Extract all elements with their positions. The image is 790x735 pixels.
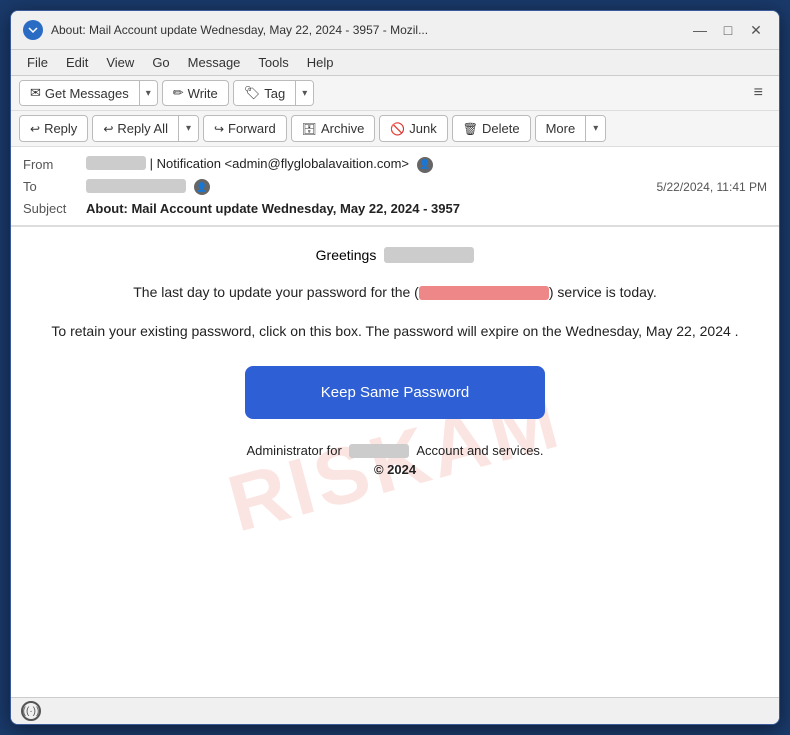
subject-value: About: Mail Account update Wednesday, Ma… — [86, 201, 767, 216]
email-content: Greetings The last day to update your pa… — [41, 247, 749, 477]
tag-arrow[interactable]: ▾ — [295, 81, 313, 105]
archive-button[interactable]: 🗄 Archive — [291, 115, 376, 142]
to-label: To — [23, 179, 78, 194]
delete-label: Delete — [482, 121, 520, 136]
action-bar: ↩ Reply ↩ Reply All ▾ ↪ Forward 🗄 Archiv… — [11, 111, 779, 147]
body1-start: The last day to update your password for… — [133, 284, 419, 300]
write-button[interactable]: ✏ Write — [162, 80, 229, 106]
get-messages-button[interactable]: ✉ Get Messages — [20, 81, 139, 105]
reply-button[interactable]: ↩ Reply — [19, 115, 88, 142]
keep-password-button[interactable]: Keep Same Password — [245, 366, 545, 419]
menu-go[interactable]: Go — [144, 52, 177, 73]
pencil-icon: ✏ — [173, 85, 184, 101]
reply-all-icon: ↩ — [103, 122, 113, 136]
more-group: More ▾ — [535, 115, 607, 142]
to-value: 👤 — [86, 179, 648, 196]
get-messages-label: Get Messages — [45, 86, 129, 101]
maximize-button[interactable]: □ — [717, 19, 739, 41]
main-window: About: Mail Account update Wednesday, Ma… — [10, 10, 780, 725]
menu-help[interactable]: Help — [299, 52, 342, 73]
subject-label: Subject — [23, 201, 78, 216]
menu-view[interactable]: View — [98, 52, 142, 73]
main-toolbar: ✉ Get Messages ▾ ✏ Write 🏷 Tag ▾ ≡ — [11, 76, 779, 111]
footer1-start: Administrator for — [246, 443, 341, 458]
reply-label: Reply — [44, 121, 77, 136]
close-button[interactable]: ✕ — [745, 19, 767, 41]
menu-edit[interactable]: Edit — [58, 52, 96, 73]
archive-label: Archive — [321, 121, 364, 136]
window-controls: — □ ✕ — [689, 19, 767, 41]
reply-icon: ↩ — [30, 122, 40, 136]
email-body: RISKAM Greetings The last day to update … — [11, 227, 779, 697]
copyright-text: © 2024 — [41, 462, 749, 477]
reply-all-label: Reply All — [117, 121, 168, 136]
to-name-blur — [86, 179, 186, 193]
more-arrow[interactable]: ▾ — [585, 116, 605, 141]
tag-label: Tag — [264, 86, 285, 101]
trash-icon: 🗑 — [463, 122, 478, 136]
from-contact-icon: 👤 — [417, 157, 433, 173]
footer-org-blur — [349, 444, 409, 458]
window-title: About: Mail Account update Wednesday, Ma… — [51, 23, 681, 37]
reply-all-group: ↩ Reply All ▾ — [92, 115, 199, 142]
service-name-blur — [419, 286, 549, 300]
hamburger-button[interactable]: ≡ — [746, 80, 771, 106]
from-name-blur — [86, 156, 146, 170]
to-row: To 👤 5/22/2024, 11:41 PM — [23, 176, 767, 199]
more-label: More — [546, 121, 576, 136]
status-bar: ((·)) — [11, 697, 779, 724]
tag-button[interactable]: 🏷 Tag — [234, 81, 295, 105]
from-email: | Notification <admin@flyglobalavaition.… — [150, 156, 409, 171]
menu-bar: File Edit View Go Message Tools Help — [11, 50, 779, 76]
greeting-name-blur — [384, 247, 474, 263]
more-button[interactable]: More — [536, 116, 586, 141]
footer1-end: Account and services. — [416, 443, 543, 458]
email-headers: From | Notification <admin@flyglobalavai… — [11, 147, 779, 227]
body1-end: ) service is today. — [549, 284, 657, 300]
forward-label: Forward — [228, 121, 276, 136]
reply-all-arrow[interactable]: ▾ — [178, 116, 198, 141]
title-bar: About: Mail Account update Wednesday, Ma… — [11, 11, 779, 50]
app-icon — [23, 20, 43, 40]
menu-message[interactable]: Message — [180, 52, 249, 73]
get-messages-group: ✉ Get Messages ▾ — [19, 80, 158, 106]
envelope-icon: ✉ — [30, 85, 41, 101]
junk-button[interactable]: 🚫 Junk — [379, 115, 447, 142]
from-row: From | Notification <admin@flyglobalavai… — [23, 153, 767, 176]
email-date: 5/22/2024, 11:41 PM — [656, 180, 767, 194]
subject-row: Subject About: Mail Account update Wedne… — [23, 198, 767, 219]
forward-button[interactable]: ↪ Forward — [203, 115, 287, 142]
reply-all-button[interactable]: ↩ Reply All — [93, 116, 178, 141]
junk-icon: 🚫 — [390, 122, 405, 136]
greeting-text: Greetings — [316, 247, 377, 263]
write-label: Write — [188, 86, 218, 101]
to-contact-icon: 👤 — [194, 179, 210, 195]
tag-icon: 🏷 — [244, 85, 261, 101]
menu-tools[interactable]: Tools — [250, 52, 296, 73]
connection-icon: ((·)) — [21, 701, 41, 721]
body-text-2: To retain your existing password, click … — [41, 320, 749, 342]
junk-label: Junk — [409, 121, 436, 136]
archive-icon: 🗄 — [302, 122, 317, 136]
footer-text-1: Administrator for Account and services. — [41, 443, 749, 459]
from-value: | Notification <admin@flyglobalavaition.… — [86, 156, 767, 173]
minimize-button[interactable]: — — [689, 19, 711, 41]
tag-group: 🏷 Tag ▾ — [233, 80, 315, 106]
menu-file[interactable]: File — [19, 52, 56, 73]
get-messages-arrow[interactable]: ▾ — [139, 81, 157, 105]
body-text-1: The last day to update your password for… — [41, 281, 749, 303]
delete-button[interactable]: 🗑 Delete — [452, 115, 531, 142]
forward-icon: ↪ — [214, 122, 224, 136]
from-label: From — [23, 157, 78, 172]
greeting-line: Greetings — [41, 247, 749, 263]
